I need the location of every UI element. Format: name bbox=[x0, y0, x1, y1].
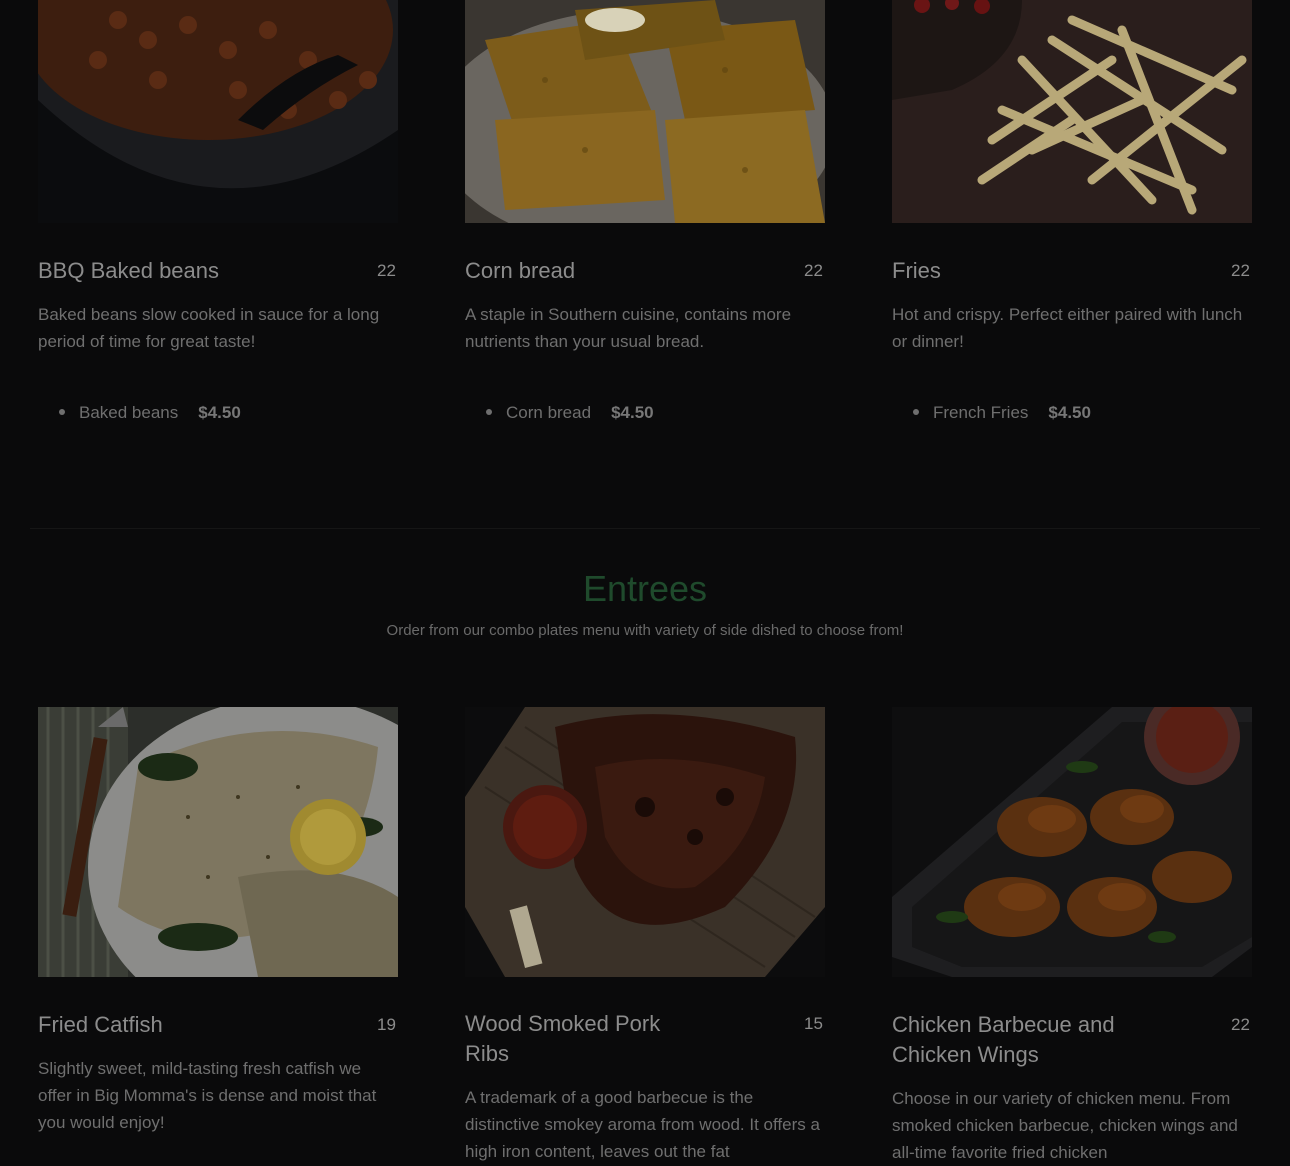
fries-photo bbox=[892, 0, 1252, 223]
fried-catfish-photo bbox=[38, 707, 398, 977]
side-price-item: Baked beans $4.50 bbox=[59, 403, 241, 423]
bullet bbox=[913, 408, 919, 415]
side-price-item: French Fries $4.50 bbox=[913, 403, 1091, 423]
side-number: 22 bbox=[1231, 261, 1250, 280]
bullet bbox=[59, 408, 65, 415]
item-price: $4.50 bbox=[198, 403, 241, 422]
entree-title: Wood Smoked Pork Ribs bbox=[465, 1011, 661, 1066]
side-number: 22 bbox=[377, 261, 396, 280]
section-title: Entrees bbox=[582, 568, 708, 609]
pork-ribs-photo bbox=[465, 707, 825, 977]
entree-number: 15 bbox=[804, 1014, 823, 1033]
side-price-item: Corn bread $4.50 bbox=[486, 403, 654, 423]
corn-bread-photo bbox=[465, 0, 825, 223]
item-name: Corn bread bbox=[506, 403, 592, 422]
entree-number: 19 bbox=[377, 1015, 396, 1034]
side-number: 22 bbox=[804, 261, 823, 280]
entree-number: 22 bbox=[1231, 1015, 1250, 1034]
side-title: Corn bread bbox=[465, 258, 576, 283]
entree-description: Slightly sweet, mild-tasting fresh catfi… bbox=[38, 1059, 377, 1132]
side-description: Hot and crispy. Perfect either paired wi… bbox=[892, 305, 1243, 351]
side-description: Baked beans slow cooked in sauce for a l… bbox=[38, 305, 380, 351]
side-title: BBQ Baked beans bbox=[38, 258, 220, 283]
entree-description: Choose in our variety of chicken menu. F… bbox=[892, 1089, 1238, 1162]
section-divider bbox=[30, 528, 1260, 529]
entree-description: A trademark of a good barbecue is the di… bbox=[465, 1088, 820, 1161]
entree-title: Chicken Barbecue and Chicken Wings bbox=[892, 1012, 1115, 1067]
side-title: Fries bbox=[892, 258, 941, 283]
side-description: A staple in Southern cuisine, contains m… bbox=[465, 305, 792, 351]
baked-beans-photo bbox=[38, 0, 398, 223]
bullet bbox=[486, 408, 492, 415]
item-price: $4.50 bbox=[1048, 403, 1091, 422]
entree-title: Fried Catfish bbox=[38, 1012, 163, 1037]
section-subtitle: Order from our combo plates menu with va… bbox=[386, 622, 904, 639]
item-price: $4.50 bbox=[611, 403, 654, 422]
item-name: French Fries bbox=[933, 403, 1029, 422]
chicken-wings-photo bbox=[892, 707, 1252, 977]
item-name: Baked beans bbox=[79, 403, 179, 422]
